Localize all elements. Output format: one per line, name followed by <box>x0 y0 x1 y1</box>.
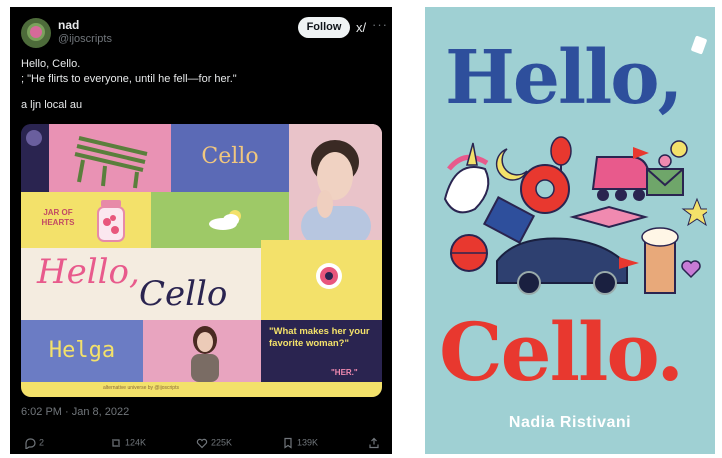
helga-tile: Helga <box>21 320 143 382</box>
like-button[interactable]: 225K <box>196 437 232 449</box>
hello-tile: Hello, Cello <box>21 248 261 320</box>
hello-script-label: Hello, <box>37 252 140 292</box>
tweet-text-line: a ljn local au <box>21 99 83 111</box>
book-title-line2: Cello. <box>439 305 684 399</box>
avatar[interactable] <box>21 18 51 48</box>
helga-label: Helga <box>48 338 116 363</box>
retweet-count: 124K <box>125 437 147 448</box>
quote-tile: "What makes her your favorite woman?" "H… <box>261 320 382 382</box>
cello-script-label: Cello <box>139 274 228 314</box>
reply-icon <box>25 438 36 451</box>
moon-icon <box>26 130 42 146</box>
bookmark-button[interactable]: 139K <box>282 437 318 449</box>
follow-button[interactable]: Follow <box>298 17 350 38</box>
bookmark-count: 139K <box>297 437 319 448</box>
retweet-icon <box>112 439 120 447</box>
jar-tile: JAR OF HEARTS <box>21 192 151 248</box>
publisher-logo-icon <box>691 35 707 55</box>
her-label: "HER." <box>331 368 358 377</box>
portrait-tile <box>289 124 382 246</box>
grok-icon[interactable]: x/ <box>356 20 366 35</box>
share-icon <box>369 437 379 449</box>
like-count: 225K <box>211 437 233 448</box>
tweet-timestamp[interactable]: 6:02 PM · Jan 8, 2022 <box>21 406 129 418</box>
more-options-icon[interactable]: ··· <box>372 17 388 32</box>
cello-tile: Cello <box>171 124 289 192</box>
bookmark-icon <box>284 437 292 449</box>
author-handle[interactable]: @ijoscripts <box>58 33 112 45</box>
retweet-button[interactable]: 124K <box>110 437 146 449</box>
eye-tile <box>261 240 382 320</box>
tweet-text-line: ; "He flirts to everyone, until he fell—… <box>21 73 237 85</box>
female-portrait-image <box>191 326 219 382</box>
share-button[interactable] <box>368 437 383 449</box>
tweet-media-collage[interactable]: Cello JAR OF HEARTS Hello, Cello Helga "… <box>21 124 382 397</box>
jar-of-hearts-label: JAR OF HEARTS <box>41 208 75 227</box>
bench-tile <box>49 124 171 192</box>
girl-tile <box>143 320 261 382</box>
credit-strip: alternative universe by @ijoscripts <box>21 382 382 397</box>
eye-icon <box>316 263 342 289</box>
heart-icon <box>196 438 208 449</box>
author-name[interactable]: nad <box>58 18 79 32</box>
tweet-card: nad @ijoscripts Follow x/ ··· Hello, Cel… <box>10 7 392 454</box>
jar-icon <box>97 200 125 242</box>
quote-label: "What makes her your favorite woman?" <box>269 326 370 349</box>
reply-count: 2 <box>39 437 45 448</box>
bench-icon <box>74 136 148 189</box>
book-author: Nadia Ristivani <box>508 414 632 431</box>
collage-tile <box>21 124 49 192</box>
credit-label: alternative universe by @ijoscripts <box>103 385 179 391</box>
reply-button[interactable]: 2 <box>24 437 45 451</box>
cello-label: Cello <box>201 144 259 169</box>
book-title-line1: Hello, <box>445 35 683 121</box>
male-portrait-image <box>289 124 382 246</box>
tweet-text-line: Hello, Cello. <box>21 58 81 70</box>
book-cover: Hello, Cello. Nadia Ristivani <box>425 7 715 454</box>
cover-illustration <box>443 136 707 295</box>
